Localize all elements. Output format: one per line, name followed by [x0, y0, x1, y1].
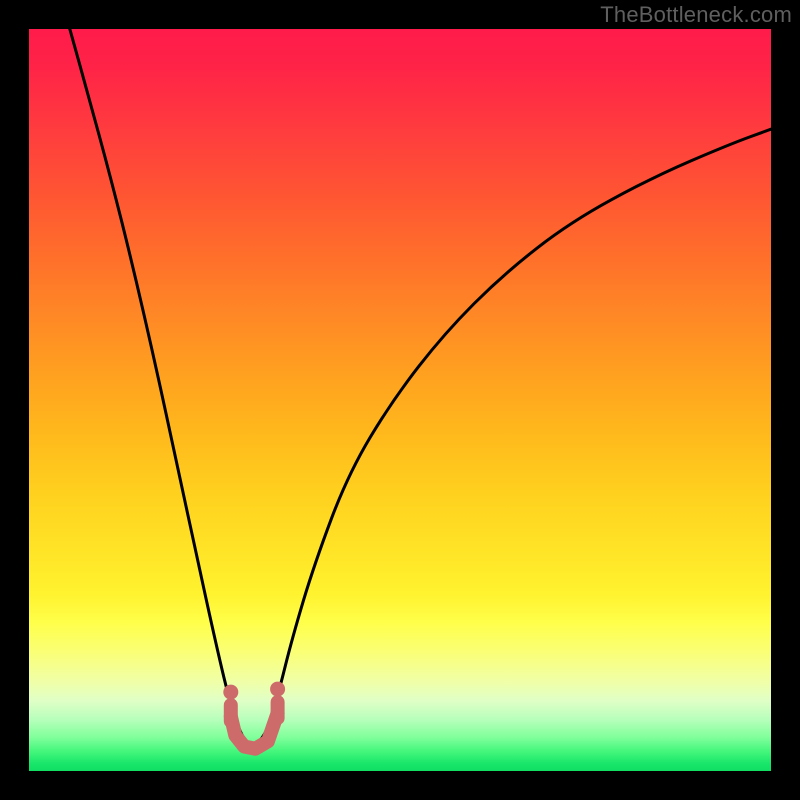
- marker-left: [224, 698, 238, 728]
- chart-frame: TheBottleneck.com: [0, 0, 800, 800]
- marker-right: [271, 695, 285, 725]
- marker-right-head: [270, 682, 285, 697]
- marker-connection: [231, 713, 278, 749]
- marker-left-head: [223, 685, 238, 700]
- marker-layer: [29, 29, 771, 771]
- watermark-text: TheBottleneck.com: [600, 2, 792, 28]
- plot-area: [29, 29, 771, 771]
